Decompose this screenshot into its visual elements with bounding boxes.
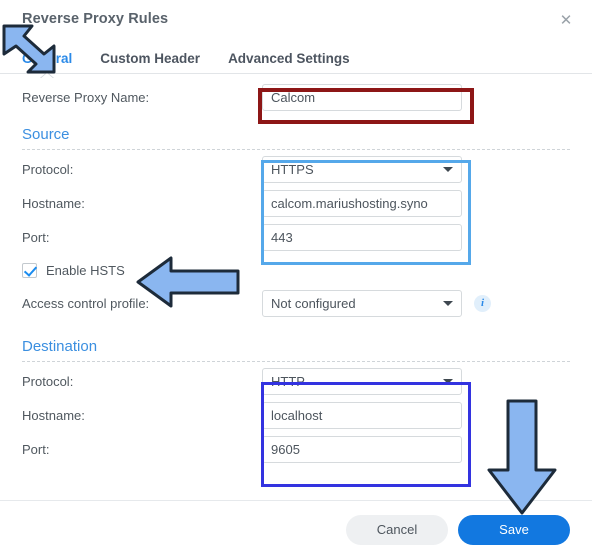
tab-bar: General Custom Header Advanced Settings: [0, 38, 592, 74]
label-reverse-proxy-name: Reverse Proxy Name:: [22, 89, 150, 105]
input-reverse-proxy-name[interactable]: Calcom: [262, 83, 462, 111]
field-reverse-proxy-name: Calcom: [262, 83, 462, 111]
select-destination-protocol-value: HTTP: [271, 373, 305, 389]
row-reverse-proxy-name: Reverse Proxy Name: Calcom: [22, 74, 570, 120]
label-destination-port: Port:: [22, 441, 50, 457]
dialog-titlebar: Reverse Proxy Rules ✕: [0, 0, 592, 38]
row-source-hostname: Hostname: calcom.mariushosting.syno: [22, 186, 570, 220]
section-title-source: Source: [22, 126, 70, 143]
select-access-control-profile[interactable]: Not configured: [262, 289, 462, 317]
chevron-down-icon: [443, 167, 453, 172]
checkbox-enable-hsts[interactable]: [22, 262, 37, 278]
row-destination-protocol: Protocol: HTTP: [22, 364, 570, 398]
section-title-destination: Destination: [22, 338, 98, 355]
chevron-down-icon: [443, 301, 453, 306]
tab-custom-header[interactable]: Custom Header: [100, 51, 200, 73]
label-source-port: Port:: [22, 229, 50, 245]
input-source-hostname[interactable]: calcom.mariushosting.syno: [262, 189, 462, 217]
close-icon[interactable]: ✕: [554, 8, 578, 32]
input-destination-port[interactable]: 9605: [262, 435, 462, 463]
field-source-protocol: HTTPS: [262, 155, 462, 183]
field-source-hostname: calcom.mariushosting.syno: [262, 189, 462, 217]
label-source-hostname: Hostname:: [22, 195, 85, 211]
field-destination-protocol: HTTP: [262, 367, 462, 395]
label-destination-protocol: Protocol:: [22, 373, 74, 389]
select-access-control-profile-value: Not configured: [271, 295, 356, 311]
dialog-footer: Cancel Save: [0, 500, 592, 558]
dialog-title: Reverse Proxy Rules: [22, 11, 169, 27]
row-source-protocol: Protocol: HTTPS: [22, 152, 570, 186]
divider-source: [22, 149, 570, 150]
row-destination-port: Port: 9605: [22, 432, 570, 466]
input-destination-hostname[interactable]: localhost: [262, 401, 462, 429]
row-access-control-profile: Access control profile: Not configured i: [22, 286, 570, 320]
label-source-protocol: Protocol:: [22, 161, 74, 177]
tab-advanced-settings[interactable]: Advanced Settings: [228, 51, 350, 73]
reverse-proxy-rules-dialog: Reverse Proxy Rules ✕ General Custom Hea…: [0, 0, 592, 558]
label-enable-hsts: Enable HSTS: [46, 262, 125, 278]
save-button[interactable]: Save: [458, 514, 570, 545]
select-source-protocol-value: HTTPS: [271, 161, 314, 177]
field-access-control-profile: Not configured i: [262, 289, 502, 317]
field-destination-hostname: localhost: [262, 401, 462, 429]
field-source-port: 443: [262, 223, 462, 251]
label-access-control-profile: Access control profile:: [22, 295, 150, 311]
chevron-down-icon: [443, 379, 453, 384]
row-source-port: Port: 443: [22, 220, 570, 254]
divider-destination: [22, 361, 570, 362]
select-destination-protocol[interactable]: HTTP: [262, 367, 462, 395]
row-enable-hsts[interactable]: Enable HSTS: [22, 254, 570, 286]
field-destination-port: 9605: [262, 435, 462, 463]
cancel-button[interactable]: Cancel: [346, 514, 448, 545]
row-destination-hostname: Hostname: localhost: [22, 398, 570, 432]
select-source-protocol[interactable]: HTTPS: [262, 155, 462, 183]
input-source-port[interactable]: 443: [262, 223, 462, 251]
label-destination-hostname: Hostname:: [22, 407, 85, 423]
info-icon[interactable]: i: [474, 294, 491, 312]
tab-general[interactable]: General: [22, 51, 72, 73]
dialog-body: Reverse Proxy Name: Calcom Source Protoc…: [0, 74, 592, 500]
